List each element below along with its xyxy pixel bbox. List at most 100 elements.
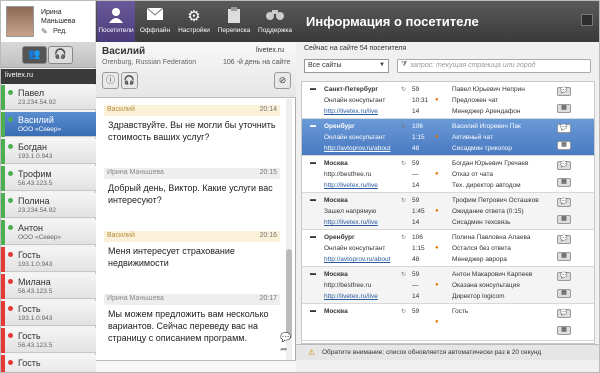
- info-button[interactable]: ⓘ: [102, 72, 119, 89]
- visitor-item[interactable]: Антон ООО «Север»: [1, 220, 96, 245]
- visitor-item[interactable]: Милана 56.43.123.5: [1, 274, 96, 299]
- headset-icon[interactable]: 🎧: [48, 46, 73, 64]
- status-dot: [8, 360, 13, 365]
- row-chat-status: Остался без ответа: [452, 245, 511, 252]
- message-time: 20:16: [259, 232, 277, 239]
- visitor-item-name: Полина: [18, 196, 50, 206]
- row-url[interactable]: http://avtoprov.ru/about: [324, 256, 390, 263]
- toolbar-chats[interactable]: Переписка: [213, 1, 255, 42]
- row-time: 10:31: [412, 97, 429, 104]
- visitor-table-row[interactable]: ▬ Москва ↻ 59 ● Гость 💬 ▦: [302, 304, 594, 341]
- visitor-table-row[interactable]: ▬ Оренбург Онлайн консультант http://avtopr…: [302, 230, 594, 267]
- row-url[interactable]: http://livetex.ru/live: [324, 293, 378, 300]
- row-chat-status: Ожидание ответа (0:15): [452, 208, 524, 215]
- calendar-icon[interactable]: ▦: [557, 178, 571, 187]
- calendar-icon[interactable]: ▦: [557, 252, 571, 261]
- scrollbar-thumb[interactable]: [286, 249, 292, 339]
- message-text: Мы можем предложить вам несколько вариан…: [108, 309, 269, 343]
- calendar-icon[interactable]: ▦: [557, 326, 571, 335]
- row-city: Москва: [324, 308, 348, 315]
- row-visitor-name: Павел Юрьевич Неприн: [452, 86, 525, 93]
- people-icon[interactable]: 👥: [22, 46, 47, 64]
- visitor-table-row[interactable]: ▬ Санкт-Петербург Онлайн консультант http:/…: [302, 82, 594, 119]
- chat-bubble-icon[interactable]: 💬: [557, 198, 571, 207]
- visitor-item-name: Антон: [18, 223, 43, 233]
- toolbar-offline[interactable]: Оффлайн: [135, 1, 175, 42]
- row-url[interactable]: http://avtoprov.ru/about: [324, 145, 390, 152]
- visitor-item-sub: 193.1.0.943: [18, 261, 53, 268]
- flag-icon: ▬: [310, 123, 316, 129]
- calendar-icon[interactable]: ▦: [557, 104, 571, 113]
- visitor-item[interactable]: Гость: [1, 355, 96, 372]
- edit-profile-link[interactable]: Ред.: [53, 28, 67, 35]
- chat-bubble-icon[interactable]: 💬: [557, 124, 571, 133]
- visitor-item-name: Богдан: [18, 142, 48, 152]
- chat-scrollbar[interactable]: [286, 99, 292, 361]
- calendar-icon[interactable]: ▦: [557, 289, 571, 298]
- chat-bubble-icon[interactable]: 💬: [557, 235, 571, 244]
- status-bar: [1, 355, 5, 372]
- transfer-button[interactable]: 🎧: [121, 72, 138, 89]
- site-select[interactable]: Все сайты ▼: [304, 59, 389, 73]
- speech-bubble-icon[interactable]: 💬: [280, 332, 291, 343]
- forward-icon[interactable]: ➦: [280, 344, 288, 355]
- chat-bubble-icon[interactable]: 💬: [557, 87, 571, 96]
- visitor-item[interactable]: Полина 23.234.54.92: [1, 193, 96, 218]
- visitor-item[interactable]: Василий ООО «Север»: [1, 112, 96, 137]
- visitor-count: Сейчас на сайте 54 посетителя: [304, 45, 407, 52]
- row-source: http://bestfree.ru: [324, 282, 372, 289]
- row-city: Санкт-Петербург: [324, 86, 379, 93]
- status-bar: [1, 220, 5, 245]
- chat-message: Василий 20:16 Меня интересует страхование …: [104, 231, 280, 272]
- status-bar: [1, 112, 5, 137]
- row-chat-status: Предложен чат: [452, 97, 499, 104]
- visits-icon: ↻: [401, 309, 407, 315]
- search-input[interactable]: ⧩ запрос: текущая страница или город: [397, 59, 591, 73]
- visitor-item[interactable]: Павел 23.234.54.92: [1, 85, 96, 110]
- chat-bubble-icon[interactable]: 💬: [557, 161, 571, 170]
- window-button[interactable]: [581, 14, 593, 26]
- message-author: Ирина Маньшева: [107, 169, 164, 176]
- visitor-name: Василий: [102, 46, 146, 57]
- chat-bubble-icon[interactable]: 💬: [557, 309, 571, 318]
- chat-message: Ирина Маньшева 20:17 Мы можем предложить в…: [104, 294, 280, 347]
- visitor-table-row[interactable]: ▬ Москва http://bestfree.ru http://livetex.…: [302, 267, 594, 304]
- status-bar: [1, 301, 5, 326]
- visitor-item-name: Василий: [18, 115, 54, 125]
- calendar-icon[interactable]: ▦: [557, 215, 571, 224]
- visitor-item[interactable]: Богдан 193.1.0.943: [1, 139, 96, 164]
- row-time: 1:15: [412, 134, 425, 141]
- row-city: Оренбург: [324, 123, 355, 130]
- row-visits: 59: [412, 86, 420, 93]
- visitor-item-name: Милана: [18, 277, 51, 287]
- flag-icon: ▬: [310, 234, 316, 240]
- visitor-table-row[interactable]: ▬ Москва Зашел напрямую http://livetex.ru/l…: [302, 193, 594, 230]
- visitor-item[interactable]: Гость 56.43.123.5: [1, 328, 96, 353]
- visitor-table-row[interactable]: ▬ Москва http://bestfree.ru http://livetex.…: [302, 156, 594, 193]
- toolbar-visitors[interactable]: Посетители: [97, 1, 135, 42]
- flag-icon: ▬: [310, 308, 316, 314]
- calendar-icon[interactable]: ▦: [557, 141, 571, 150]
- visitor-item[interactable]: Гость 193.1.0.943: [1, 247, 96, 272]
- visitor-table-row[interactable]: ▬ Оренбург Онлайн консультант http://avtopr…: [302, 119, 594, 156]
- visitor-item-sub: 23.234.54.92: [18, 207, 56, 214]
- filter-icon: ⧩: [401, 61, 408, 68]
- visitor-item[interactable]: Гость 193.1.0.943: [1, 301, 96, 326]
- toolbar-support[interactable]: Поддержка: [255, 1, 295, 42]
- visitor-item-name: Гость: [18, 250, 41, 260]
- visitor-item-sub: 23.234.54.92: [18, 99, 56, 106]
- row-source: Онлайн консультант: [324, 245, 386, 252]
- row-url[interactable]: http://livetex.ru/live: [324, 108, 378, 115]
- message-input[interactable]: [96, 360, 296, 372]
- status-dot-icon: ●: [435, 134, 439, 140]
- row-url[interactable]: http://livetex.ru/live: [324, 219, 378, 226]
- block-button[interactable]: ⊘: [274, 72, 291, 89]
- top-toolbar: Ирина Маньшева ✎ Ред. Посетители Оффлайн …: [1, 1, 599, 42]
- status-dot-icon: ●: [435, 319, 439, 325]
- visitor-item[interactable]: Трофим 56.43.123.5: [1, 166, 96, 191]
- status-dot: [8, 306, 13, 311]
- visitor-item-name: Гость: [18, 331, 41, 341]
- row-url[interactable]: http://livetex.ru/live: [324, 182, 378, 189]
- chat-bubble-icon[interactable]: 💬: [557, 272, 571, 281]
- toolbar-settings[interactable]: ⚙ Настройки: [175, 1, 213, 42]
